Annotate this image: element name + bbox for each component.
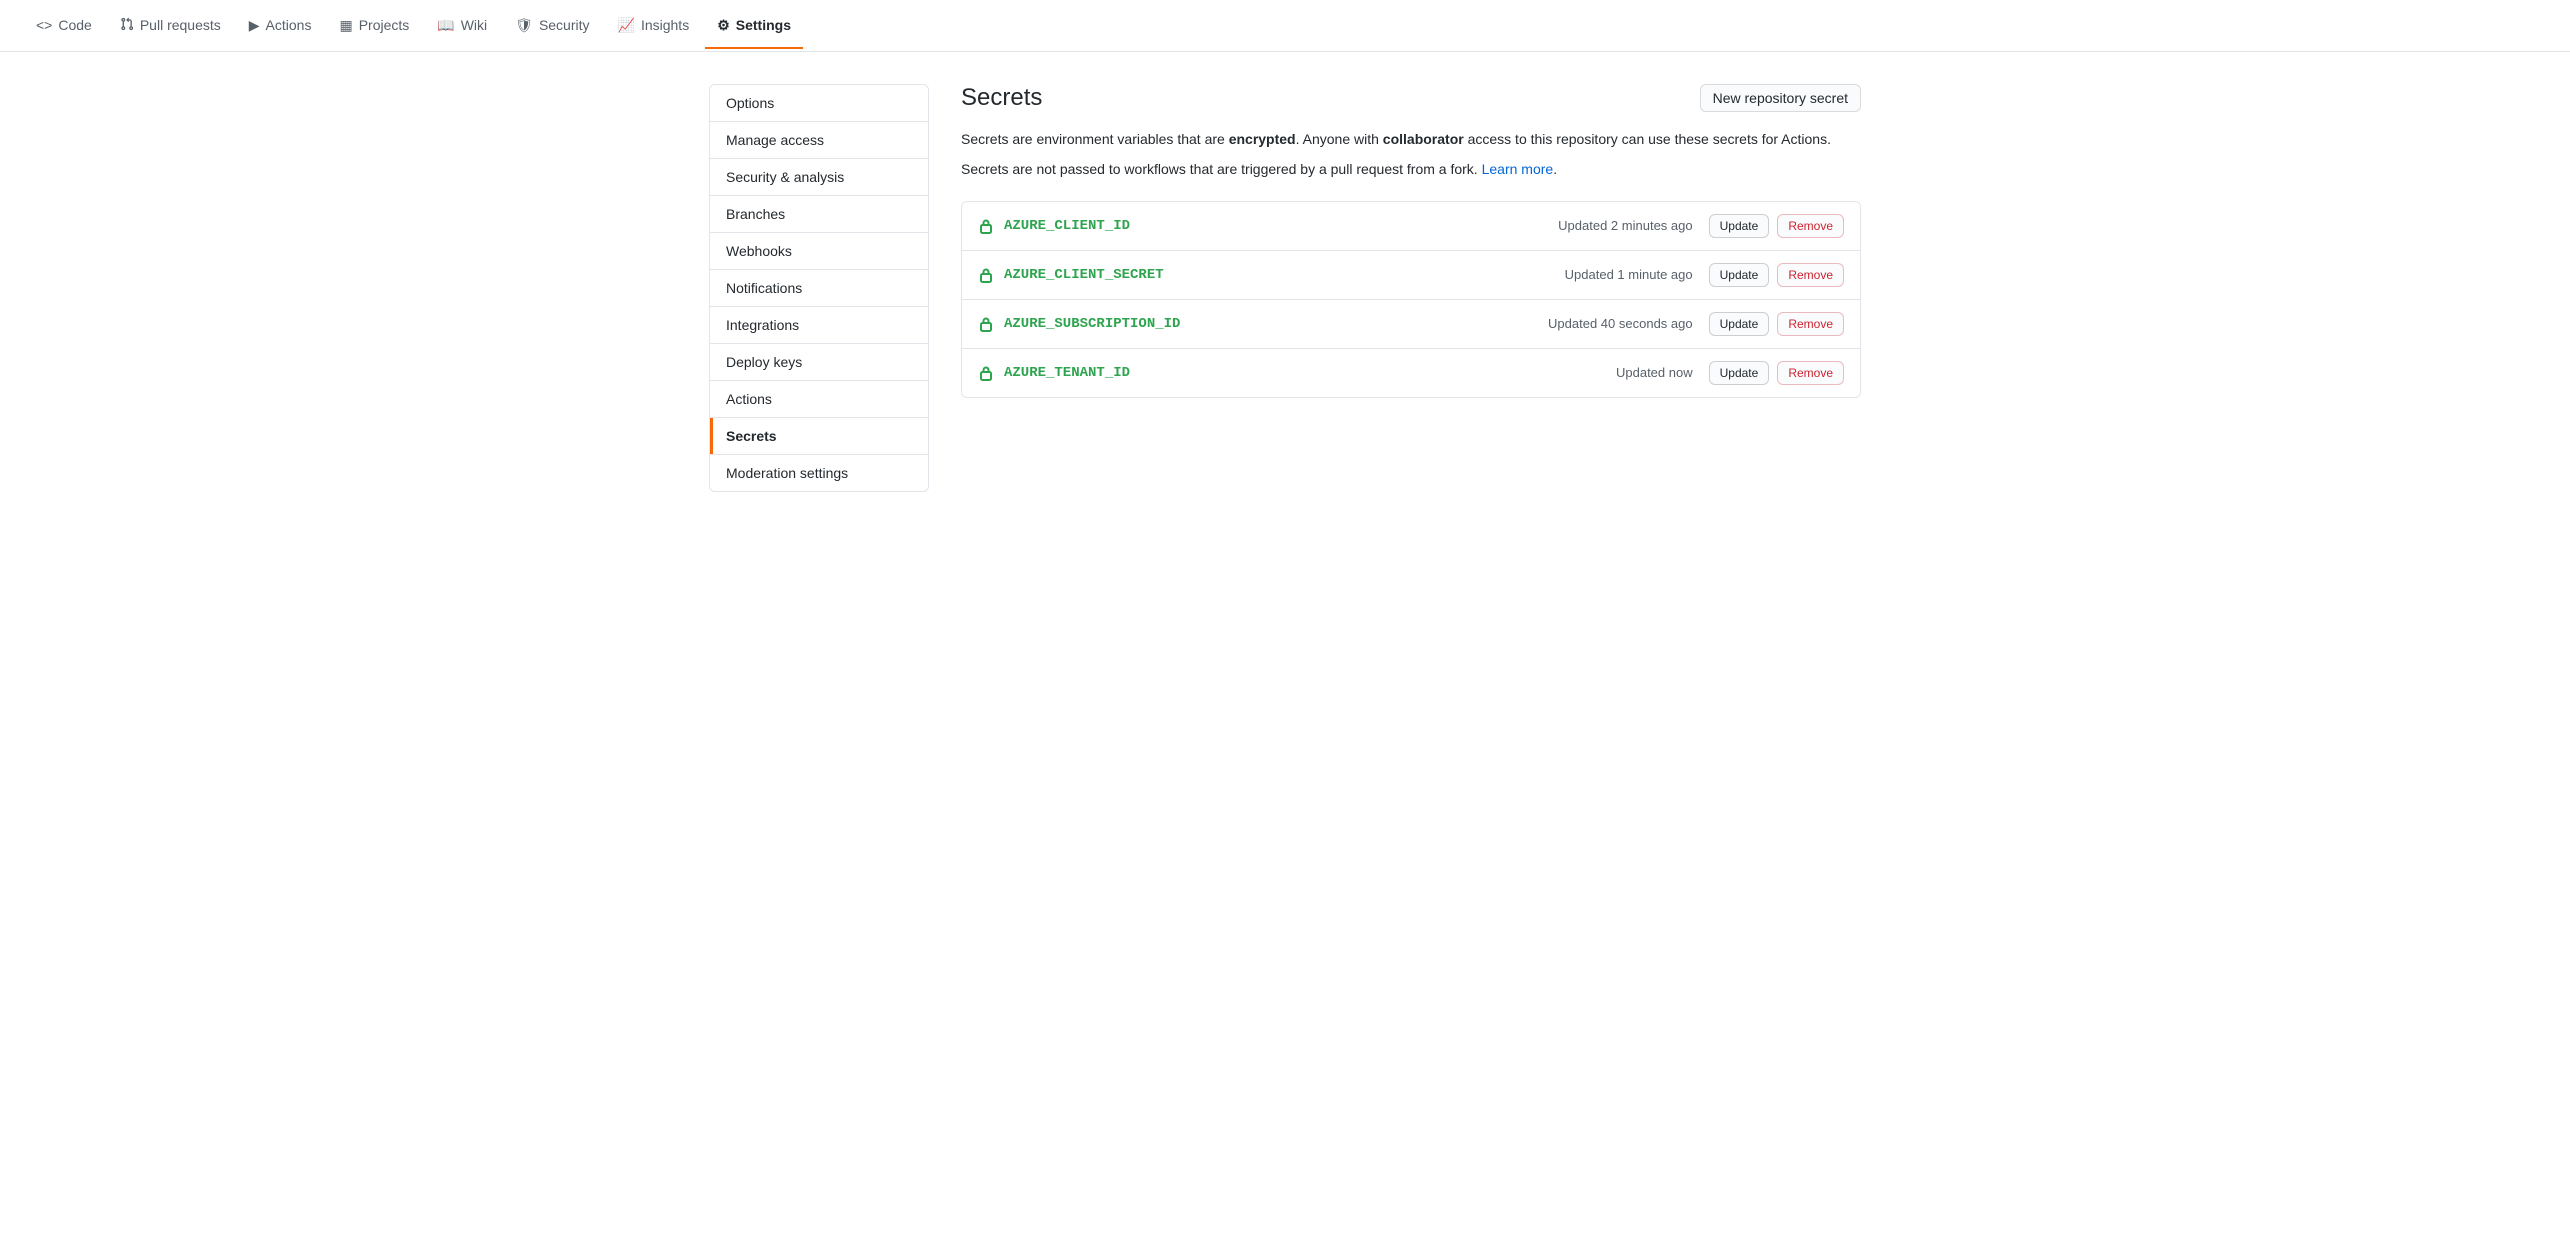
learn-more-link[interactable]: Learn more [1482,161,1554,177]
description-line2: Secrets are not passed to workflows that… [961,158,1861,180]
remove-button-azure-client-secret[interactable]: Remove [1777,263,1844,287]
remove-button-azure-tenant-id[interactable]: Remove [1777,361,1844,385]
sidebar-item-secrets[interactable]: Secrets [710,418,928,455]
nav-wiki[interactable]: 📖 Wiki [425,3,499,49]
wiki-icon: 📖 [437,18,454,32]
page-layout: Options Manage access Security & analysi… [685,52,1885,524]
new-repository-secret-button[interactable]: New repository secret [1700,84,1861,112]
main-content: Secrets New repository secret Secrets ar… [961,84,1861,492]
secret-row-azure-client-secret: AZURE_CLIENT_SECRET Updated 1 minute ago… [962,251,1860,300]
nav-insights-label: Insights [641,17,689,33]
sidebar-item-notifications[interactable]: Notifications [710,270,928,307]
lock-svg-4 [978,365,994,381]
nav-actions[interactable]: ▶ Actions [237,3,324,49]
secret-name-azure-subscription-id: AZURE_SUBSCRIPTION_ID [1004,316,1548,332]
description-collaborator: collaborator [1383,131,1464,147]
secret-updated-azure-tenant-id: Updated now [1616,365,1693,380]
insights-icon: 📈 [618,18,635,32]
nav-settings-label: Settings [736,17,791,33]
secret-row-azure-client-id: AZURE_CLIENT_ID Updated 2 minutes ago Up… [962,202,1860,251]
secret-name-azure-tenant-id: AZURE_TENANT_ID [1004,365,1616,381]
nav-wiki-label: Wiki [461,17,487,33]
nav-code[interactable]: <> Code [24,3,104,49]
secret-actions-azure-subscription-id: Update Remove [1709,312,1844,336]
page-header: Secrets New repository secret [961,84,1861,112]
page-title: Secrets [961,84,1042,112]
lock-icon-azure-client-id [978,218,994,234]
top-navigation: <> Code Pull requests ▶ Actions ▦ Projec… [0,0,2570,52]
update-button-azure-client-id[interactable]: Update [1709,214,1770,238]
projects-icon: ▦ [339,18,352,32]
description-line1: Secrets are environment variables that a… [961,128,1861,150]
nav-settings[interactable]: ⚙ Settings [705,3,803,49]
nav-insights[interactable]: 📈 Insights [606,3,702,49]
lock-svg [978,218,994,234]
secret-name-azure-client-id: AZURE_CLIENT_ID [1004,218,1558,234]
sidebar-item-deploy-keys[interactable]: Deploy keys [710,344,928,381]
lock-icon-azure-tenant-id [978,365,994,381]
secret-actions-azure-client-secret: Update Remove [1709,263,1844,287]
description-encrypted: encrypted [1229,131,1296,147]
secret-name-azure-client-secret: AZURE_CLIENT_SECRET [1004,267,1565,283]
remove-button-azure-subscription-id[interactable]: Remove [1777,312,1844,336]
secret-updated-azure-client-id: Updated 2 minutes ago [1558,218,1692,233]
update-button-azure-tenant-id[interactable]: Update [1709,361,1770,385]
code-icon: <> [36,18,52,32]
update-button-azure-client-secret[interactable]: Update [1709,263,1770,287]
secret-actions-azure-tenant-id: Update Remove [1709,361,1844,385]
secret-row-azure-tenant-id: AZURE_TENANT_ID Updated now Update Remov… [962,349,1860,397]
pull-request-icon [120,17,134,33]
settings-icon: ⚙ [717,18,730,32]
secret-updated-azure-client-secret: Updated 1 minute ago [1565,267,1693,282]
lock-icon-azure-subscription-id [978,316,994,332]
lock-icon-azure-client-secret [978,267,994,283]
sidebar-item-moderation-settings[interactable]: Moderation settings [710,455,928,491]
lock-svg-3 [978,316,994,332]
secrets-list: AZURE_CLIENT_ID Updated 2 minutes ago Up… [961,201,1861,398]
sidebar-item-branches[interactable]: Branches [710,196,928,233]
sidebar-item-webhooks[interactable]: Webhooks [710,233,928,270]
settings-sidebar: Options Manage access Security & analysi… [709,84,929,492]
lock-svg-2 [978,267,994,283]
nav-pull-requests[interactable]: Pull requests [108,3,233,49]
nav-code-label: Code [58,17,91,33]
secret-actions-azure-client-id: Update Remove [1709,214,1844,238]
sidebar-item-security-analysis[interactable]: Security & analysis [710,159,928,196]
nav-projects[interactable]: ▦ Projects [327,3,421,49]
nav-security[interactable]: 🛡 Security [503,3,601,49]
remove-button-azure-client-id[interactable]: Remove [1777,214,1844,238]
sidebar-item-actions[interactable]: Actions [710,381,928,418]
secret-updated-azure-subscription-id: Updated 40 seconds ago [1548,316,1693,331]
actions-icon: ▶ [249,18,260,32]
sidebar-item-options[interactable]: Options [710,85,928,122]
secret-row-azure-subscription-id: AZURE_SUBSCRIPTION_ID Updated 40 seconds… [962,300,1860,349]
sidebar-item-integrations[interactable]: Integrations [710,307,928,344]
security-icon: 🛡 [515,18,533,32]
nav-security-label: Security [539,17,590,33]
sidebar-item-manage-access[interactable]: Manage access [710,122,928,159]
nav-projects-label: Projects [359,17,410,33]
nav-actions-label: Actions [266,17,312,33]
update-button-azure-subscription-id[interactable]: Update [1709,312,1770,336]
nav-pull-requests-label: Pull requests [140,17,221,33]
